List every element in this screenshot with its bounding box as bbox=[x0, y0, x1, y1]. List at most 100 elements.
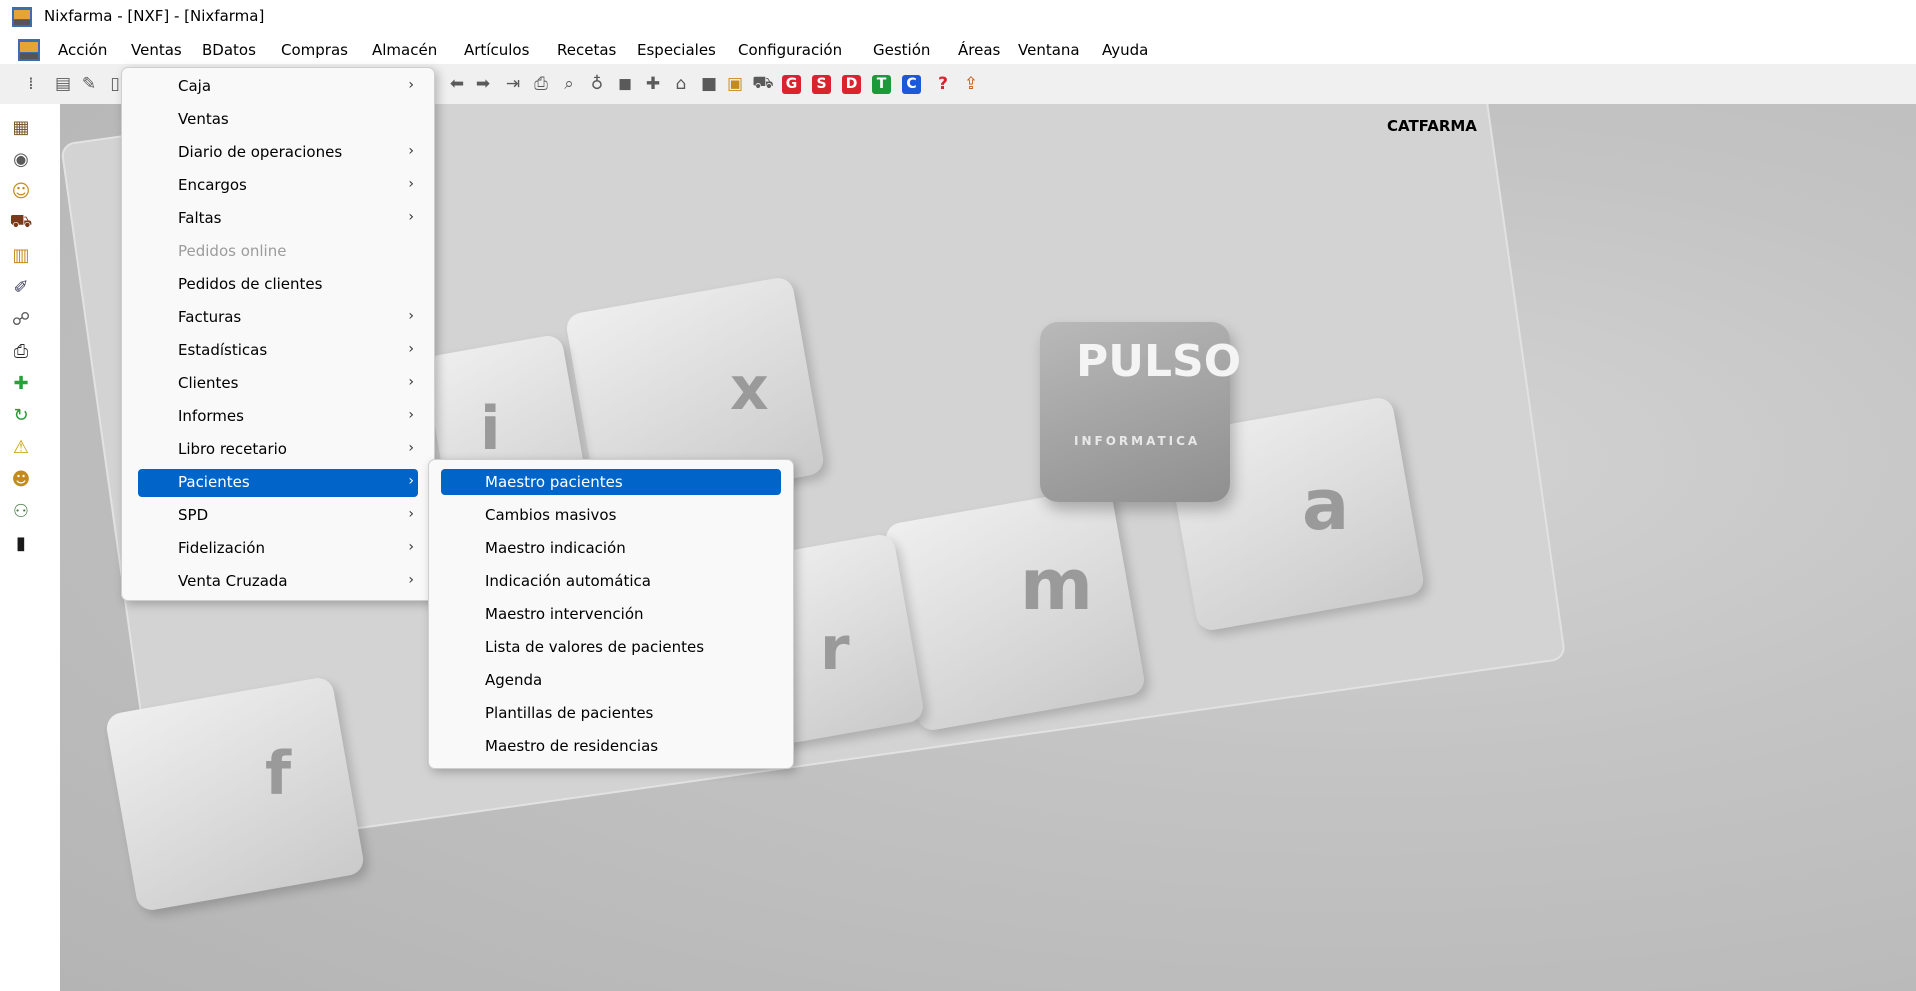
menu-ventana[interactable]: Ventana bbox=[1018, 41, 1080, 59]
pin-icon[interactable]: ♁ bbox=[586, 73, 608, 95]
group-icon[interactable]: ☻ bbox=[8, 466, 34, 492]
key-letter: f bbox=[265, 739, 292, 809]
users-icon[interactable]: ☍ bbox=[8, 306, 34, 332]
printer-icon[interactable]: ⎙ bbox=[8, 338, 34, 364]
team-icon[interactable]: ⚇ bbox=[8, 498, 34, 524]
menu-item-label: Pedidos online bbox=[178, 242, 287, 260]
book-icon[interactable]: ◼ bbox=[614, 73, 636, 95]
menu-item-label: SPD bbox=[178, 506, 209, 524]
key-letter: i bbox=[480, 394, 501, 464]
menu-item-libro-recetario[interactable]: Libro recetario › bbox=[122, 436, 434, 464]
menu-item-label: Caja bbox=[178, 77, 212, 95]
key-letter: m bbox=[1020, 544, 1093, 626]
cart-icon[interactable]: ⛟ bbox=[8, 210, 34, 236]
import-icon[interactable]: ⇥ bbox=[502, 73, 524, 95]
menu-gestion[interactable]: Gestión bbox=[873, 41, 930, 59]
back-arrow-icon[interactable]: ⬅ bbox=[446, 73, 468, 95]
menu-item-ventas[interactable]: Ventas bbox=[122, 106, 434, 134]
menu-item-spd[interactable]: SPD › bbox=[122, 502, 434, 530]
logo-brand: PULSO bbox=[1076, 336, 1242, 387]
menu-item-label: Maestro intervención bbox=[485, 605, 644, 623]
barcode-icon[interactable]: ▮ bbox=[8, 530, 34, 556]
g-button[interactable]: G bbox=[782, 75, 801, 94]
search-icon[interactable]: ⌕ bbox=[558, 73, 580, 95]
menu-item-venta-cruzada[interactable]: Venta Cruzada › bbox=[122, 568, 434, 596]
menu-articulos[interactable]: Artículos bbox=[464, 41, 529, 59]
menu-ventas[interactable]: Ventas bbox=[131, 41, 182, 59]
d-button[interactable]: D bbox=[842, 75, 861, 94]
submenu-item-maestro-de-residencias[interactable]: Maestro de residencias bbox=[441, 733, 781, 759]
home-icon[interactable]: ⌂ bbox=[670, 73, 692, 95]
menu-item-fidelizacion[interactable]: Fidelización › bbox=[122, 535, 434, 563]
clipboard-icon[interactable]: ▣ bbox=[724, 73, 746, 95]
menu-item-pedidos-online: Pedidos online bbox=[122, 238, 434, 266]
menu-areas[interactable]: Áreas bbox=[958, 41, 1000, 59]
menu-compras[interactable]: Compras bbox=[281, 41, 348, 59]
menu-recetas[interactable]: Recetas bbox=[557, 41, 616, 59]
menu-item-diario-de-operaciones[interactable]: Diario de operaciones › bbox=[122, 139, 434, 167]
pharmacy-cross-icon[interactable]: ✚ bbox=[8, 370, 34, 396]
menu-item-label: Ventas bbox=[178, 110, 229, 128]
ticket-icon[interactable]: ◉ bbox=[8, 146, 34, 172]
person-icon[interactable]: ☺ bbox=[8, 178, 34, 204]
title-bar: Nixfarma - [NXF] - [Nixfarma] bbox=[0, 0, 1916, 38]
s-button[interactable]: S bbox=[812, 75, 831, 94]
chevron-right-icon: › bbox=[408, 572, 414, 588]
left-toolbar: ▦ ◉ ☺ ⛟ ▥ ✐ ☍ ⎙ ✚ ↻ ⚠ ☻ ⚇ ▮ bbox=[0, 104, 60, 991]
upload-icon[interactable]: ⇪ bbox=[960, 73, 982, 95]
key-letter: a bbox=[1302, 464, 1350, 546]
add-icon[interactable]: ✚ bbox=[642, 73, 664, 95]
menu-bdatos[interactable]: BDatos bbox=[202, 41, 256, 59]
menu-item-faltas[interactable]: Faltas › bbox=[122, 205, 434, 233]
submenu-item-maestro-indicacion[interactable]: Maestro indicación bbox=[441, 535, 781, 561]
print-icon[interactable]: ⎙ bbox=[530, 73, 552, 95]
menu-almacen[interactable]: Almacén bbox=[372, 41, 437, 59]
document-icon[interactable] bbox=[18, 39, 40, 61]
menu-item-label: Diario de operaciones bbox=[178, 143, 343, 161]
form-icon[interactable]: ▤ bbox=[52, 73, 74, 95]
menu-item-label: Libro recetario bbox=[178, 440, 287, 458]
boxes-icon[interactable]: ▥ bbox=[8, 242, 34, 268]
submenu-item-indicacion-automatica[interactable]: Indicación automática bbox=[441, 568, 781, 594]
menu-item-clientes[interactable]: Clientes › bbox=[122, 370, 434, 398]
submenu-item-cambios-masivos[interactable]: Cambios masivos bbox=[441, 502, 781, 528]
menu-item-caja[interactable]: Caja › bbox=[122, 73, 434, 101]
pen-icon[interactable]: ✐ bbox=[8, 274, 34, 300]
c-button[interactable]: C bbox=[902, 75, 921, 94]
chevron-right-icon: › bbox=[408, 506, 414, 522]
cash-register-icon[interactable]: ▦ bbox=[8, 114, 34, 140]
chevron-right-icon: › bbox=[408, 407, 414, 423]
chevron-right-icon: › bbox=[408, 341, 414, 357]
submenu-item-lista-de-valores[interactable]: Lista de valores de pacientes bbox=[441, 634, 781, 660]
refresh-icon[interactable]: ↻ bbox=[8, 402, 34, 428]
stop-icon[interactable]: ■ bbox=[698, 73, 720, 95]
menu-accion[interactable]: Acción bbox=[58, 41, 107, 59]
app-icon bbox=[12, 7, 32, 27]
t-button[interactable]: T bbox=[872, 75, 891, 94]
warning-icon[interactable]: ⚠ bbox=[8, 434, 34, 460]
menu-item-informes[interactable]: Informes › bbox=[122, 403, 434, 431]
pulso-logo: PULSO INFORMATICA bbox=[1040, 322, 1241, 502]
menu-item-pedidos-de-clientes[interactable]: Pedidos de clientes bbox=[122, 271, 434, 299]
menu-especiales[interactable]: Especiales bbox=[637, 41, 716, 59]
help-icon[interactable]: ? bbox=[932, 73, 954, 95]
edit-icon[interactable]: ✎ bbox=[78, 73, 100, 95]
forward-arrow-icon[interactable]: ➡ bbox=[472, 73, 494, 95]
grip-icon: ⁞ bbox=[28, 74, 34, 94]
menu-item-pacientes[interactable]: Pacientes › bbox=[138, 469, 418, 497]
submenu-item-maestro-pacientes[interactable]: Maestro pacientes bbox=[441, 469, 781, 495]
chevron-right-icon: › bbox=[408, 143, 414, 159]
menu-ayuda[interactable]: Ayuda bbox=[1102, 41, 1148, 59]
menu-item-label: Plantillas de pacientes bbox=[485, 704, 654, 722]
menu-item-label: Lista de valores de pacientes bbox=[485, 638, 705, 656]
menu-item-label: Fidelización bbox=[178, 539, 265, 557]
menu-item-facturas[interactable]: Facturas › bbox=[122, 304, 434, 332]
menu-configuracion[interactable]: Configuración bbox=[738, 41, 842, 59]
submenu-item-agenda[interactable]: Agenda bbox=[441, 667, 781, 693]
menu-item-estadisticas[interactable]: Estadísticas › bbox=[122, 337, 434, 365]
cart-icon[interactable]: ⛟ bbox=[752, 73, 774, 95]
menu-item-encargos[interactable]: Encargos › bbox=[122, 172, 434, 200]
submenu-item-plantillas-de-pacientes[interactable]: Plantillas de pacientes bbox=[441, 700, 781, 726]
chevron-right-icon: › bbox=[408, 440, 414, 456]
submenu-item-maestro-intervencion[interactable]: Maestro intervención bbox=[441, 601, 781, 627]
